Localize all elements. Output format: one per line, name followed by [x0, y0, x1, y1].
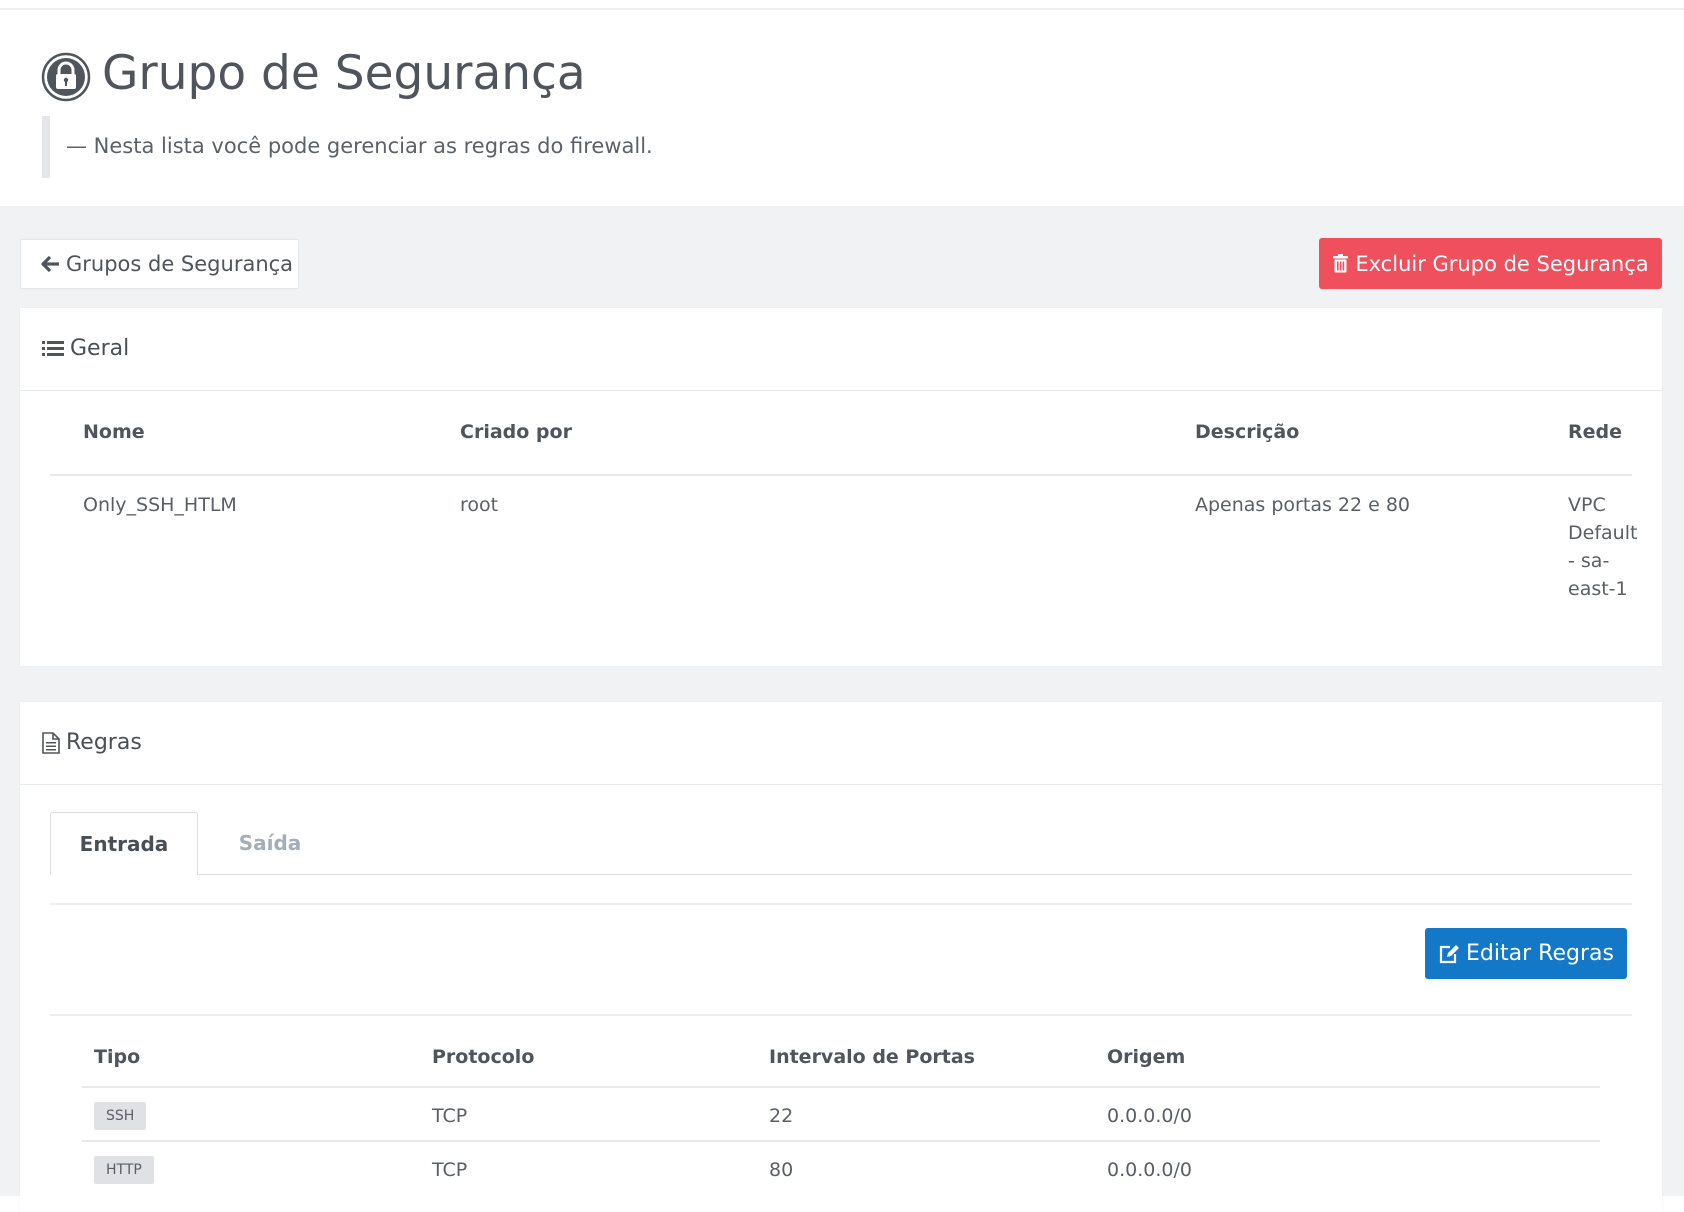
trash-icon — [1333, 254, 1349, 273]
arrow-left-icon — [41, 255, 59, 273]
rule-origin: 0.0.0.0/0 — [1107, 1105, 1192, 1127]
top-border — [0, 0, 1684, 10]
back-button-label: Grupos de Segurança — [66, 252, 294, 276]
rule-type-badge: HTTP — [94, 1156, 154, 1184]
main-content: Grupos de Segurança Excluir Grupo de Seg… — [0, 206, 1684, 1212]
edit-rules-label: Editar Regras — [1466, 941, 1614, 966]
tab-entrada[interactable]: Entrada — [50, 812, 198, 875]
column-header-intervalo: Intervalo de Portas — [769, 1046, 975, 1068]
cell-criado-por: root — [460, 494, 499, 516]
delete-group-label: Excluir Grupo de Segurança — [1355, 251, 1649, 276]
column-header-tipo: Tipo — [94, 1046, 141, 1068]
back-button[interactable]: Grupos de Segurança — [20, 239, 299, 289]
column-header-descricao: Descrição — [1195, 421, 1300, 443]
rules-panel-title: Regras — [42, 730, 142, 755]
table-header-divider — [50, 474, 1632, 476]
file-text-icon — [42, 731, 60, 754]
column-header-origem: Origem — [1107, 1046, 1186, 1068]
column-header-criado-por: Criado por — [460, 421, 572, 443]
rule-row-divider — [82, 1140, 1600, 1142]
general-panel: Geral Nome Criado por Descrição Rede Onl… — [20, 308, 1662, 666]
delete-group-button[interactable]: Excluir Grupo de Segurança — [1319, 238, 1662, 289]
rules-tabs: Entrada Saída — [50, 812, 1632, 875]
column-header-nome: Nome — [83, 421, 145, 443]
page-subtitle: — Nesta lista você pode gerenciar as reg… — [66, 134, 653, 158]
rules-header-divider — [82, 1086, 1600, 1088]
rules-title-label: Regras — [66, 730, 142, 755]
rule-origin: 0.0.0.0/0 — [1107, 1159, 1192, 1181]
tab-content-divider — [50, 903, 1632, 905]
general-title-label: Geral — [70, 336, 130, 361]
page-header: Grupo de Segurança — Nesta lista você po… — [0, 10, 1684, 206]
general-panel-header: Geral — [20, 308, 1662, 391]
rules-toolbar-divider — [50, 1014, 1632, 1016]
list-icon — [42, 340, 64, 356]
rules-panel: Regras Entrada Saída Editar Regras Tipo … — [20, 702, 1662, 1212]
lock-icon — [41, 52, 91, 102]
cell-rede: VPC Default - sa-east-1 — [1568, 494, 1638, 600]
edit-icon — [1439, 944, 1460, 963]
column-header-protocolo: Protocolo — [432, 1046, 535, 1068]
rule-port-range: 22 — [769, 1105, 794, 1127]
rules-panel-header: Regras — [20, 702, 1662, 785]
subtitle-accent-bar — [42, 116, 50, 178]
general-panel-title: Geral — [42, 336, 129, 361]
edit-rules-button[interactable]: Editar Regras — [1425, 928, 1627, 979]
rule-protocol: TCP — [432, 1159, 468, 1181]
rule-protocol: TCP — [432, 1105, 468, 1127]
tab-saida[interactable]: Saída — [200, 812, 340, 874]
page-title: Grupo de Segurança — [102, 46, 586, 101]
rule-port-range: 80 — [769, 1159, 794, 1181]
cell-nome: Only_SSH_HTLM — [83, 494, 237, 516]
column-header-rede: Rede — [1568, 421, 1623, 443]
cell-descricao: Apenas portas 22 e 80 — [1195, 494, 1411, 516]
rule-type-badge: SSH — [94, 1102, 147, 1130]
